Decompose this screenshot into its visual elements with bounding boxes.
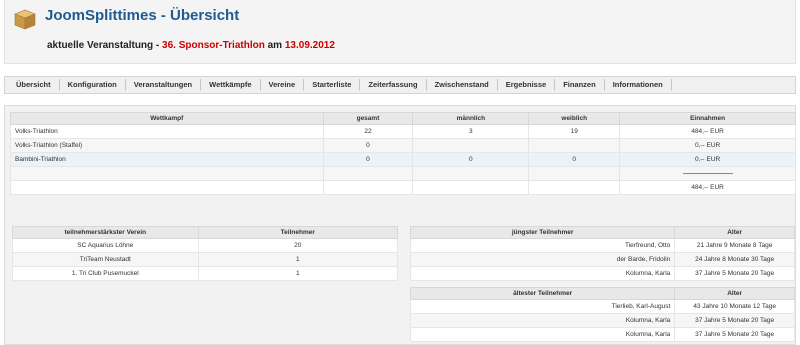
column-header: ältester Teilnehmer	[409, 287, 676, 300]
participant-age: 37 Jahre 5 Monate 20 Tage	[674, 313, 795, 328]
competition-name: Volks-Triathlon	[10, 124, 324, 139]
total-income: 484,-- EUR	[619, 180, 796, 195]
competition-name: Bambini-Triathlon	[10, 152, 324, 167]
participant-age: 37 Jahre 5 Monate 20 Tage	[674, 266, 795, 281]
column-header: Alter	[674, 287, 795, 300]
column-header: teilnehmerstärkster Verein	[12, 226, 199, 239]
table-row: Kolumna, Karla 37 Jahre 5 Monate 20 Tage	[409, 313, 795, 328]
page-title: JoomSplittimes - Übersicht	[45, 7, 240, 24]
page-header: JoomSplittimes - Übersicht aktuelle Vera…	[4, 0, 796, 64]
participant-name: der Barde, Fridolin	[409, 252, 676, 267]
table-row: Kolumna, Karla 37 Jahre 5 Monate 20 Tage	[409, 266, 795, 281]
female-count	[528, 138, 621, 153]
total-count: 0	[322, 138, 414, 153]
table-row-total: 484,-- EUR	[10, 180, 796, 195]
participant-name: Kolumna, Karla	[409, 327, 676, 342]
participant-count: 1	[197, 252, 399, 267]
male-count	[412, 138, 530, 153]
table-row: Tierfreund, Otto 21 Jahre 9 Monate 8 Tag…	[409, 238, 795, 253]
table-row: Bambini-Triathlon 0 0 0 0,-- EUR	[10, 152, 796, 167]
club-table: teilnehmerstärkster Verein Teilnehmer SC…	[12, 226, 399, 281]
income: 0,-- EUR	[619, 152, 796, 167]
menu-item-ergebnisse[interactable]: Ergebnisse	[498, 79, 556, 91]
club-name: SC Aquarius Löhne	[12, 238, 199, 253]
table-row: Volks-Triathlon 22 3 19 484,-- EUR	[10, 124, 796, 139]
event-name: 36. Sponsor-Triathlon	[162, 40, 265, 51]
male-count: 0	[412, 152, 530, 167]
column-header: Wettkampf	[10, 112, 324, 125]
participant-name: Tierlieb, Karl-August	[409, 299, 676, 314]
table-header-row: teilnehmerstärkster Verein Teilnehmer	[12, 226, 399, 239]
total-count: 22	[322, 124, 414, 139]
participant-age: 37 Jahre 5 Monate 20 Tage	[674, 327, 795, 342]
menu-item-zwischenstand[interactable]: Zwischenstand	[427, 79, 498, 91]
club-name: 1. Tri Club Pusemuckel	[12, 266, 199, 281]
menu-item-uebersicht[interactable]: Übersicht	[8, 79, 60, 91]
female-count: 19	[528, 124, 621, 139]
youngest-table: jüngster Teilnehmer Alter Tierfreund, Ot…	[409, 226, 795, 281]
column-header: männlich	[412, 112, 530, 125]
income: 0,-- EUR	[619, 138, 796, 153]
column-header: weiblich	[528, 112, 621, 125]
table-row: Volks-Triathlon (Staffel) 0 0,-- EUR	[10, 138, 796, 153]
participant-age: 21 Jahre 9 Monate 8 Tage	[674, 238, 795, 253]
participant-name: Kolumna, Karla	[409, 313, 676, 328]
event-date: 13.09.2012	[284, 40, 335, 51]
male-count: 3	[412, 124, 530, 139]
participant-count: 1	[197, 266, 399, 281]
menu-item-starterliste[interactable]: Starterliste	[304, 79, 361, 91]
participant-name: Tierfreund, Otto	[409, 238, 676, 253]
participant-age: 24 Jahre 8 Monate 30 Tage	[674, 252, 795, 267]
table-row: Kolumna, Karla 37 Jahre 5 Monate 20 Tage	[409, 327, 795, 342]
income: 484,-- EUR	[619, 124, 796, 139]
table-row: der Barde, Fridolin 24 Jahre 8 Monate 30…	[409, 252, 795, 267]
column-header: gesamt	[322, 112, 414, 125]
event-prefix: aktuelle Veranstaltung -	[47, 40, 163, 51]
box-icon	[14, 9, 36, 30]
competition-name: Volks-Triathlon (Staffel)	[10, 138, 324, 153]
competition-table: Wettkampf gesamt männlich weiblich Einna…	[10, 112, 796, 195]
participant-name: Kolumna, Karla	[409, 266, 676, 281]
menu-item-wettkaempfe[interactable]: Wettkämpfe	[201, 79, 261, 91]
table-row: TriTeam Neustadt 1	[12, 252, 399, 267]
event-mid: am	[264, 40, 285, 51]
column-header: jüngster Teilnehmer	[409, 226, 676, 239]
table-header-row: ältester Teilnehmer Alter	[409, 287, 795, 300]
menu-item-vereine[interactable]: Vereine	[261, 79, 305, 91]
menu-item-zeiterfassung[interactable]: Zeiterfassung	[360, 79, 427, 91]
female-count: 0	[528, 152, 621, 167]
club-name: TriTeam Neustadt	[12, 252, 199, 267]
column-header: Einnahmen	[619, 112, 796, 125]
table-header-row: jüngster Teilnehmer Alter	[409, 226, 795, 239]
table-row: SC Aquarius Löhne 20	[12, 238, 399, 253]
participant-count: 20	[197, 238, 399, 253]
column-header: Alter	[674, 226, 795, 239]
column-header: Teilnehmer	[197, 226, 399, 239]
total-count: 0	[322, 152, 414, 167]
table-row: 1. Tri Club Pusemuckel 1	[12, 266, 399, 281]
table-row: Tierlieb, Karl-August 43 Jahre 10 Monate…	[409, 299, 795, 314]
table-row-separator	[10, 166, 796, 181]
table-header-row: Wettkampf gesamt männlich weiblich Einna…	[10, 112, 796, 125]
menu-item-informationen[interactable]: Informationen	[605, 79, 672, 91]
menu-item-veranstaltungen[interactable]: Veranstaltungen	[126, 79, 202, 91]
menu-item-finanzen[interactable]: Finanzen	[555, 79, 605, 91]
sum-divider	[682, 172, 733, 174]
menu-item-konfiguration[interactable]: Konfiguration	[60, 79, 126, 91]
oldest-table: ältester Teilnehmer Alter Tierlieb, Karl…	[409, 287, 795, 342]
current-event: aktuelle Veranstaltung - 36. Sponsor-Tri…	[47, 40, 335, 51]
main-menu: Übersicht Konfiguration Veranstaltungen …	[4, 76, 796, 94]
participant-age: 43 Jahre 10 Monate 12 Tage	[674, 299, 795, 314]
